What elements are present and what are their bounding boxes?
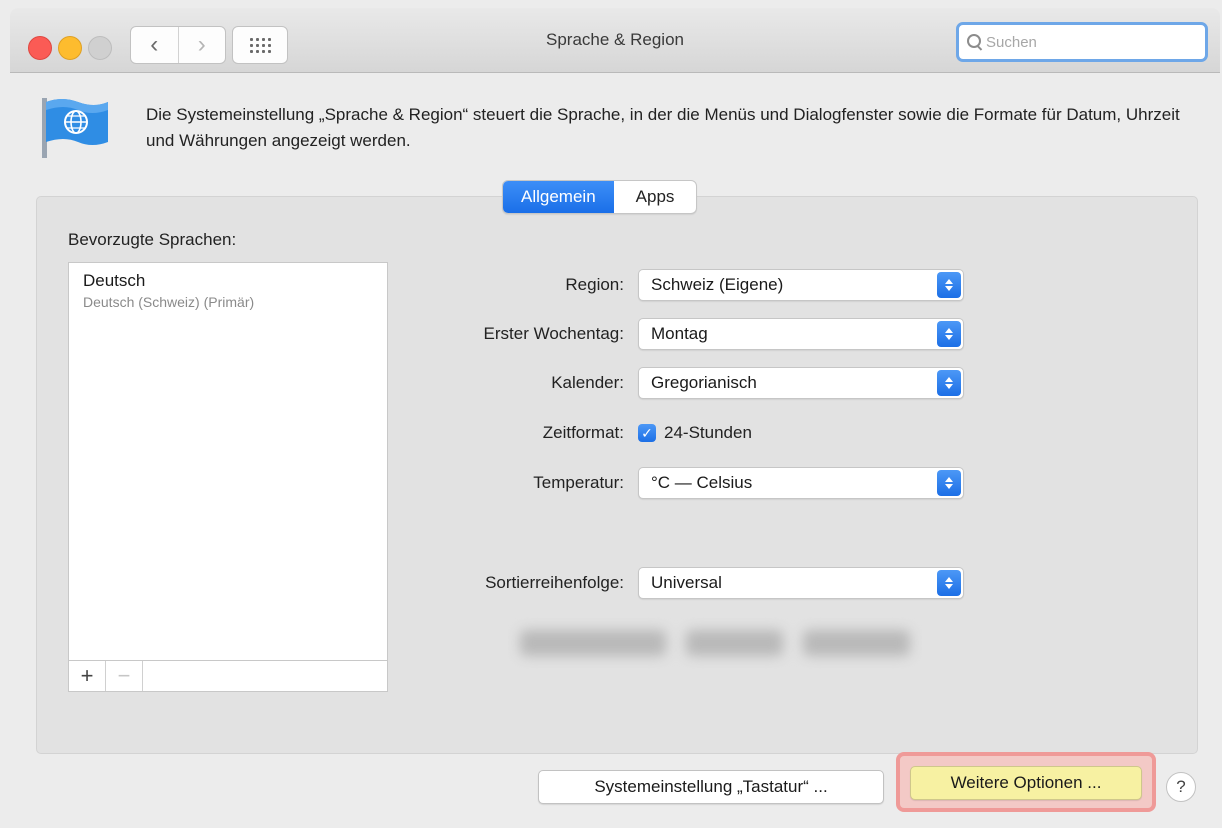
24-hour-label: 24-Stunden — [664, 423, 752, 442]
temperature-row: Temperatur: °C — Celsius — [404, 466, 978, 500]
sort-order-select[interactable]: Universal — [638, 567, 964, 599]
language-list-toolbar: + − — [69, 660, 387, 691]
preferred-languages-heading: Bevorzugte Sprachen: — [68, 230, 237, 249]
first-weekday-select[interactable]: Montag — [638, 318, 964, 350]
sort-order-value: Universal — [651, 573, 722, 592]
time-format-label: Zeitformat: — [542, 423, 624, 442]
tab-control: Allgemein Apps — [502, 180, 698, 214]
checkmark-icon: ✓ — [638, 424, 656, 442]
search-placeholder: Suchen — [986, 33, 1037, 51]
sort-order-row: Sortierreihenfolge: Universal — [404, 566, 978, 600]
search-field[interactable]: Suchen — [956, 22, 1208, 62]
preferred-languages-list[interactable]: Deutsch Deutsch (Schweiz) (Primär) + − — [68, 262, 388, 692]
first-weekday-row: Erster Wochentag: Montag — [404, 317, 978, 351]
calendar-select[interactable]: Gregorianisch — [638, 367, 964, 399]
language-name: Deutsch — [83, 271, 146, 290]
list-item[interactable]: Deutsch Deutsch (Schweiz) (Primär) — [83, 271, 254, 310]
up-down-chevron-icon — [937, 570, 961, 596]
calendar-value: Gregorianisch — [651, 373, 757, 392]
search-icon — [967, 34, 983, 50]
sort-order-label: Sortierreihenfolge: — [485, 573, 624, 592]
temperature-label: Temperatur: — [533, 473, 624, 492]
first-weekday-value: Montag — [651, 324, 708, 343]
region-label: Region: — [565, 275, 624, 294]
temperature-select[interactable]: °C — Celsius — [638, 467, 964, 499]
title-bar: ‹ › Sprache & Region Suchen — [10, 8, 1220, 73]
first-weekday-label: Erster Wochentag: — [483, 324, 624, 343]
remove-language-button[interactable]: − — [106, 661, 143, 691]
region-row: Region: Schweiz (Eigene) — [404, 268, 978, 302]
region-select[interactable]: Schweiz (Eigene) — [638, 269, 964, 301]
keyboard-settings-button[interactable]: Systemeinstellung „Tastatur“ ... — [538, 770, 884, 804]
language-detail: Deutsch (Schweiz) (Primär) — [83, 294, 255, 310]
calendar-label: Kalender: — [551, 373, 624, 392]
add-language-button[interactable]: + — [69, 661, 106, 691]
region-value: Schweiz (Eigene) — [651, 275, 784, 294]
tab-apps[interactable]: Apps — [614, 181, 697, 213]
up-down-chevron-icon — [937, 321, 961, 347]
up-down-chevron-icon — [937, 470, 961, 496]
header-description: Die Systemeinstellung „Sprache & Region“… — [146, 105, 1180, 150]
help-button[interactable]: ? — [1166, 772, 1196, 802]
up-down-chevron-icon — [937, 272, 961, 298]
flag-globe-icon — [42, 98, 108, 158]
up-down-chevron-icon — [937, 370, 961, 396]
tab-allgemein[interactable]: Allgemein — [503, 181, 614, 213]
more-options-button[interactable]: Weitere Optionen ... — [910, 766, 1142, 800]
format-preview-blurred — [520, 622, 910, 664]
calendar-row: Kalender: Gregorianisch — [404, 366, 978, 400]
time-format-row: Zeitformat: ✓ 24-Stunden — [404, 416, 978, 450]
24-hour-checkbox[interactable]: ✓ 24-Stunden — [638, 423, 752, 443]
temperature-value: °C — Celsius — [651, 473, 753, 492]
